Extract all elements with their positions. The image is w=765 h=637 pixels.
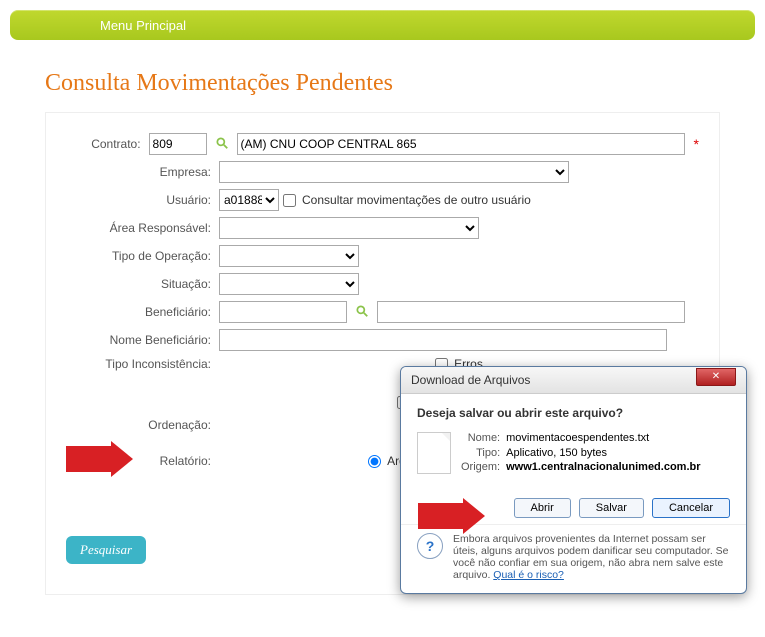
usuario-select[interactable]: a01888 [219, 189, 279, 211]
abrir-button[interactable]: Abrir [514, 498, 571, 518]
tipo-op-label: Tipo de Operação: [66, 249, 219, 263]
dialog-warning: Embora arquivos provenientes da Internet… [453, 533, 730, 581]
file-name-label: Nome: [461, 432, 500, 445]
contrato-desc-input[interactable] [237, 133, 685, 155]
search-icon[interactable] [351, 304, 373, 320]
ordenacao-label: Ordenação: [66, 418, 219, 432]
nome-benef-label: Nome Beneficiário: [66, 333, 219, 347]
situacao-select[interactable] [219, 273, 359, 295]
search-icon[interactable] [211, 136, 233, 152]
cancelar-button[interactable]: Cancelar [652, 498, 730, 518]
area-label: Área Responsável: [66, 221, 219, 235]
consultar-outro-checkbox[interactable] [283, 194, 296, 207]
rel-txt-radio[interactable] [368, 455, 381, 468]
file-origin-label: Origem: [461, 461, 500, 474]
file-type-value: Aplicativo, 150 bytes [506, 447, 700, 460]
situacao-label: Situação: [66, 277, 219, 291]
usuario-label: Usuário: [66, 193, 219, 207]
consultar-outro-label: Consultar movimentações de outro usuário [302, 193, 531, 207]
close-icon[interactable]: ✕ [696, 368, 736, 386]
area-select[interactable] [219, 217, 479, 239]
menu-principal-label[interactable]: Menu Principal [100, 18, 186, 33]
beneficiario-label: Beneficiário: [66, 305, 219, 319]
tipo-op-select[interactable] [219, 245, 359, 267]
beneficiario-code-input[interactable] [219, 301, 347, 323]
file-name-value: movimentacoespendentes.txt [506, 432, 700, 445]
arrow-icon [418, 500, 488, 536]
beneficiario-desc-input[interactable] [377, 301, 685, 323]
pesquisar-button[interactable]: Pesquisar [66, 536, 146, 564]
file-icon [417, 432, 451, 474]
salvar-button[interactable]: Salvar [579, 498, 644, 518]
download-dialog: Download de Arquivos ✕ Deseja salvar ou … [400, 366, 747, 594]
empresa-label: Empresa: [66, 165, 219, 179]
file-origin-value: www1.centralnacionalunimed.com.br [506, 461, 700, 474]
nome-benef-input[interactable] [219, 329, 667, 351]
shield-icon: ? [417, 533, 443, 559]
dialog-title: Download de Arquivos [411, 373, 530, 387]
risk-link[interactable]: Qual é o risco? [493, 569, 564, 581]
contrato-label: Contrato: [66, 137, 149, 151]
tipo-inc-label: Tipo Inconsistência: [66, 357, 219, 371]
file-type-label: Tipo: [461, 447, 500, 460]
dialog-question: Deseja salvar ou abrir este arquivo? [417, 406, 730, 420]
top-menu-bar[interactable]: Menu Principal [10, 10, 755, 40]
required-mark: * [694, 136, 699, 152]
empresa-select[interactable] [219, 161, 569, 183]
contrato-code-input[interactable] [149, 133, 207, 155]
arrow-icon [66, 443, 136, 479]
page-title: Consulta Movimentações Pendentes [45, 70, 765, 97]
